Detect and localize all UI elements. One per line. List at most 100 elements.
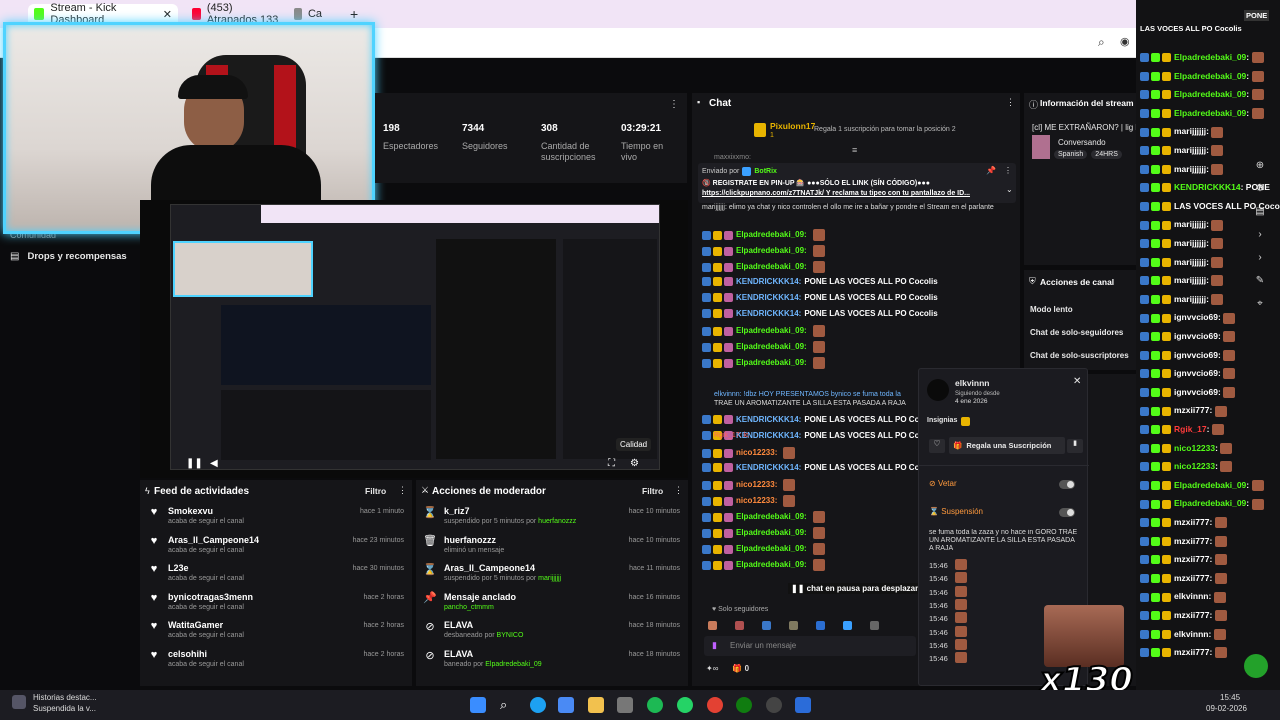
more-icon[interactable]: ⋮ — [1006, 97, 1015, 108]
whatsapp-icon[interactable] — [677, 697, 693, 713]
chat-username[interactable]: Elpadredebaki_09: — [736, 246, 807, 255]
spotify-icon[interactable] — [647, 697, 663, 713]
mod-target[interactable]: Mensaje anclado — [444, 592, 516, 602]
xbox-icon[interactable] — [736, 697, 752, 713]
list-item[interactable]: ♥ WatitaGamer acaba de seguir el canal — [148, 620, 244, 639]
filter-button[interactable]: Filtro — [365, 486, 386, 496]
list-item[interactable]: ♥ Smokexvu acaba de seguir el canal — [148, 506, 244, 525]
mic-icon[interactable]: ▮ — [712, 640, 717, 651]
mod-by[interactable]: BYNICO — [497, 632, 524, 639]
more-icon[interactable]: ⋮ — [674, 485, 683, 496]
activity-user[interactable]: celsohihi — [168, 649, 244, 659]
chat-input[interactable]: ▮ Enviar un mensaje — [704, 636, 916, 656]
list-item[interactable]: ♥ Aras_Il_Campeone14 acaba de seguir el ca… — [148, 535, 259, 554]
chat-username[interactable]: Elpadredebaki_09: — [736, 560, 807, 569]
list-item[interactable]: ⊘ ELAVA baneado por Elpadredebaki_09 — [424, 649, 542, 668]
list-item[interactable]: ⊘ ELAVA desbaneado por BYNICO — [424, 620, 523, 639]
fullscreen-icon[interactable]: ⛶ — [608, 458, 615, 469]
chat-username[interactable]: Elpadredebaki_09: — [736, 528, 807, 537]
notepad-icon[interactable] — [795, 697, 811, 713]
zoom-icon[interactable]: ⌕ — [1098, 35, 1105, 50]
chat-username[interactable]: KENDRICKKK14: — [736, 293, 801, 302]
tag[interactable]: Spanish — [1054, 150, 1088, 159]
list-item[interactable]: ♥ L23e acaba de seguir el canal — [148, 563, 244, 582]
emote-icon[interactable] — [843, 620, 852, 630]
slow-mode-toggle[interactable]: Modo lento — [1030, 305, 1073, 314]
crosshair-icon[interactable]: ⊕ — [1256, 160, 1264, 171]
more-icon[interactable]: ⋮ — [398, 485, 407, 496]
emote-icon[interactable] — [762, 620, 771, 630]
sidebar-item-drops[interactable]: ▤ Drops y recompensas — [10, 251, 127, 262]
list-item[interactable]: ⌛ Aras_Il_Campeone14 suspendido por 5 minu… — [423, 563, 561, 582]
chat-username[interactable]: Elpadredebaki_09: — [736, 262, 807, 271]
mic-icon[interactable]: ▮ — [1067, 439, 1083, 453]
mod-by[interactable]: marijjjjjj — [538, 575, 561, 582]
emote-icon[interactable] — [708, 620, 717, 630]
settings-icon[interactable]: ⚙ — [630, 458, 639, 469]
wrench-icon[interactable]: ✎ — [1256, 275, 1264, 286]
emote-icon[interactable] — [735, 620, 744, 630]
emote-icon[interactable] — [870, 620, 879, 630]
activity-user[interactable]: WatitaGamer — [168, 620, 244, 630]
chat-username[interactable]: nico12233: — [736, 496, 777, 505]
more-icon[interactable]: ⋮ — [1004, 166, 1012, 175]
mod-target[interactable]: ELAVA — [444, 620, 523, 630]
chrome-icon[interactable] — [707, 697, 723, 713]
filter-button[interactable]: Filtro — [642, 486, 663, 496]
mod-by[interactable]: pancho_ctmmm — [444, 604, 494, 611]
chat-username[interactable]: Elpadredebaki_09: — [736, 326, 807, 335]
pinned-message[interactable]: Enviado por BotRix 📌 ⋮ 🔞 REGISTRATE EN P… — [698, 163, 1016, 203]
pin-icon[interactable]: 📌 — [986, 166, 996, 175]
pinned-line-2[interactable]: https://clickpupnano.com/z7TNATJk/ Y rec… — [702, 190, 970, 197]
chat-username[interactable]: nico12233: — [736, 480, 777, 489]
close-icon[interactable]: ✕ — [163, 8, 172, 21]
store-icon[interactable] — [558, 697, 574, 713]
news-icon[interactable] — [12, 695, 26, 709]
mod-target[interactable]: ELAVA — [444, 649, 542, 659]
chat-paused-banner[interactable]: ❚❚ chat en pausa para desplazam — [788, 583, 926, 594]
tab-youtube[interactable]: (453) Atrapados 133 — [186, 2, 286, 26]
new-tab-button[interactable]: + — [344, 4, 364, 24]
heart-icon[interactable]: ♡ — [929, 439, 945, 453]
expand-icon[interactable]: ≡ — [852, 145, 857, 155]
clock-date[interactable]: 09-02-2026 — [1206, 704, 1247, 713]
list-item[interactable]: ⌛ k_riz7 suspendido por 5 minutos por huer… — [423, 506, 576, 525]
list-item[interactable]: ♥ bynicotragas3menn acaba de seguir el can… — [148, 592, 253, 611]
chevron-down-icon[interactable]: ⌄ — [1006, 185, 1013, 194]
tab-other[interactable]: Ca — [288, 4, 328, 24]
activity-user[interactable]: bynicotragas3menn — [168, 592, 253, 602]
chat-username[interactable]: Elpadredebaki_09: — [736, 512, 807, 521]
chat-username[interactable]: Elpadredebaki_09: — [736, 544, 807, 553]
chat-username[interactable]: KENDRICKKK14: — [736, 277, 801, 286]
activity-user[interactable]: L23e — [168, 563, 244, 573]
notification-title[interactable]: Historias destac... — [33, 693, 97, 702]
search-icon[interactable]: ⌕ — [500, 697, 516, 713]
clipboard-icon[interactable]: ▤ — [1255, 206, 1264, 217]
gift-count[interactable]: 🎁 0 — [732, 664, 749, 673]
steam-icon[interactable] — [766, 697, 782, 713]
list-item[interactable]: 🗑 huerfanozzz eliminó un mensaje — [423, 535, 504, 554]
chevron-right-icon[interactable]: › — [1258, 252, 1261, 263]
activity-user[interactable]: Smokexvu — [168, 506, 244, 516]
chat-username[interactable]: Elpadredebaki_09: — [736, 230, 807, 239]
chat-username[interactable]: nico12233: — [736, 448, 777, 457]
floating-action-button[interactable] — [1244, 654, 1268, 678]
chat-username[interactable]: Elpadredebaki_09: — [736, 342, 807, 351]
mod-target[interactable]: k_riz7 — [444, 506, 576, 516]
clock-time[interactable]: 15:45 — [1220, 693, 1240, 702]
emote-icon[interactable] — [789, 620, 798, 630]
snipping-icon[interactable] — [617, 697, 633, 713]
stream-player[interactable]: ❚❚ ◀ Calidad ⚙ ⛶ — [140, 200, 688, 478]
ban-toggle[interactable] — [1059, 480, 1075, 489]
followers-only-toggle[interactable]: Chat de solo-seguidores — [1030, 328, 1123, 337]
list-item[interactable]: 📌 Mensaje anclado pancho_ctmmm — [423, 592, 516, 611]
pin-icon[interactable]: ⌖ — [1257, 298, 1263, 309]
eye-off-icon[interactable]: ◉ — [1120, 35, 1130, 48]
timeout-toggle[interactable] — [1059, 508, 1075, 517]
subscribers-only-toggle[interactable]: Chat de solo-suscriptores — [1030, 351, 1129, 360]
points-icon[interactable]: ✦∞ — [706, 664, 718, 673]
mod-by[interactable]: Elpadredebaki_09 — [485, 661, 541, 668]
chat-username[interactable]: Elpadredebaki_09: — [736, 358, 807, 367]
list-item[interactable]: ♥ celsohihi acaba de seguir el canal — [148, 649, 244, 668]
chat-username[interactable]: KENDRICKKK14: — [736, 309, 801, 318]
